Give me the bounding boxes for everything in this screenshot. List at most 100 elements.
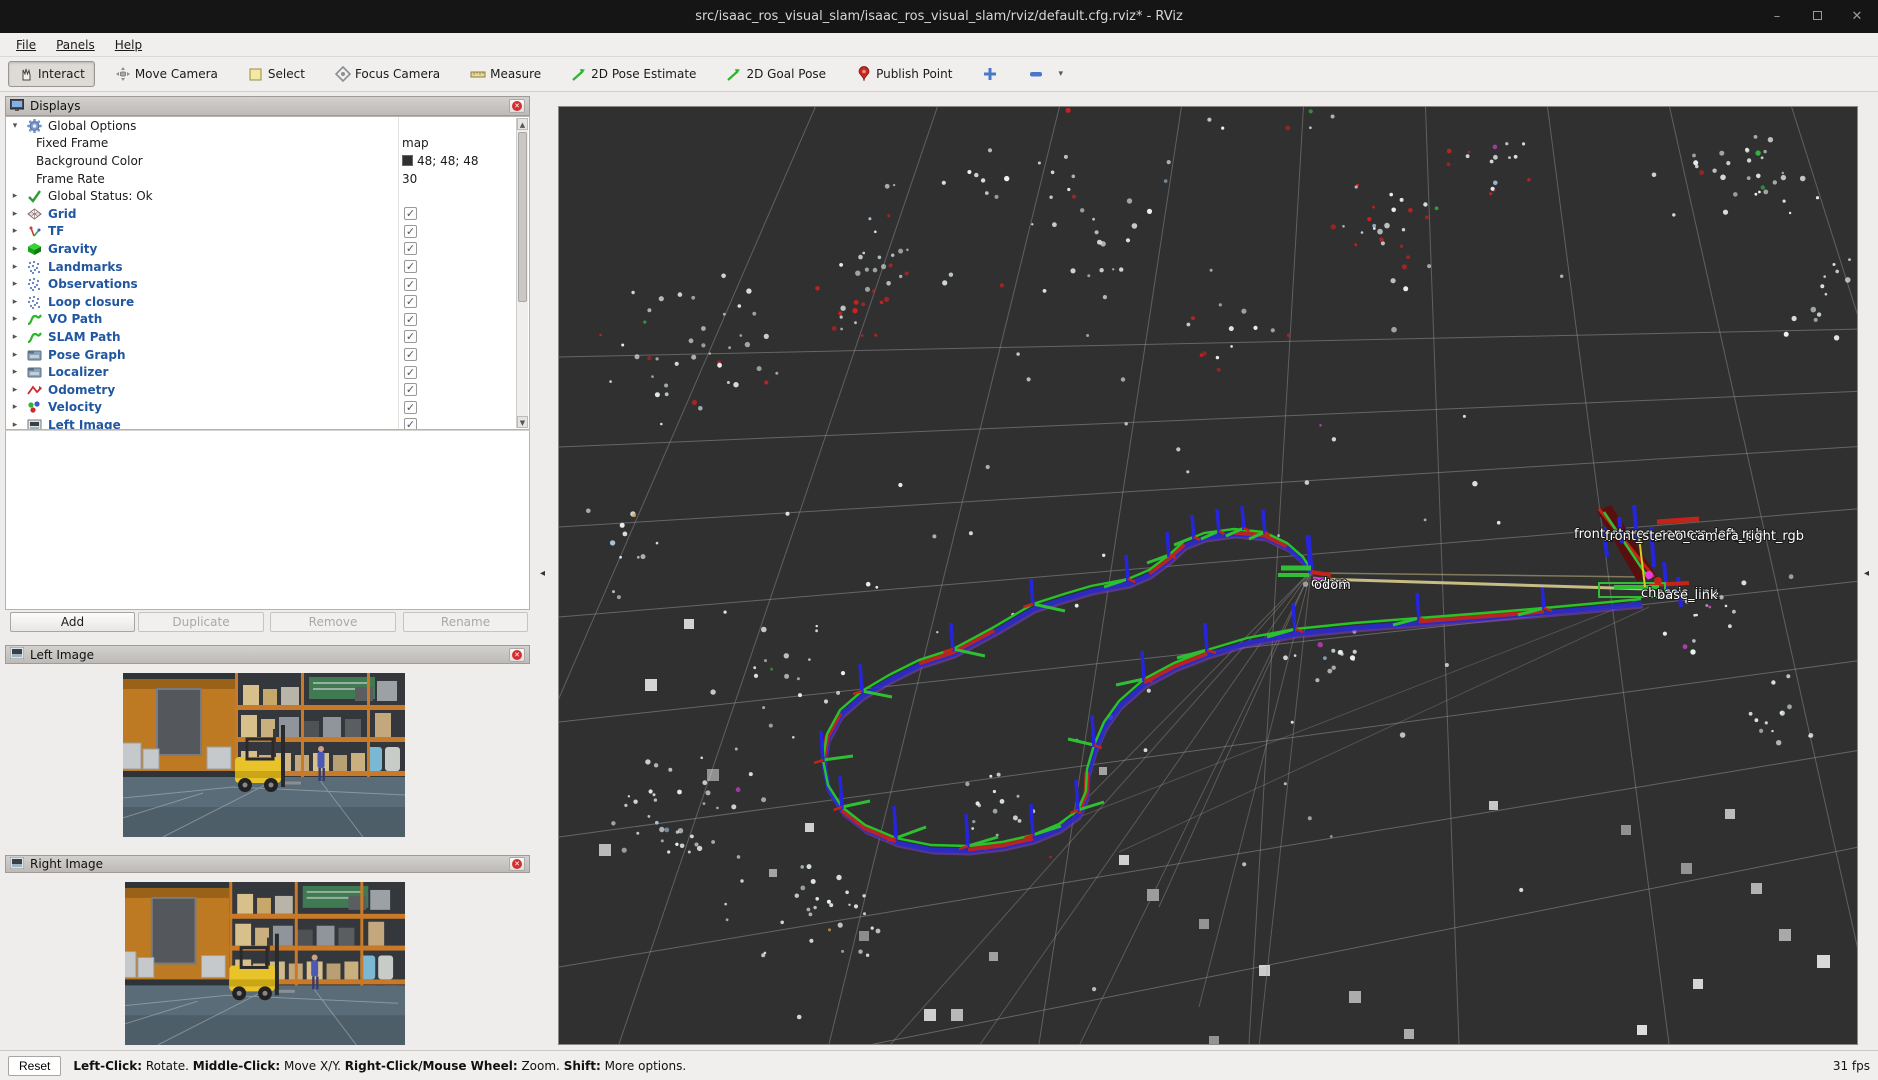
3d-viewport[interactable]: odomodomchassis_linkbase_linkfront_stere… [558,106,1858,1045]
menu-help[interactable]: Help [105,33,152,57]
velocity-icon [27,400,42,414]
check-icon [27,189,42,203]
tool-select[interactable]: Select [238,61,315,87]
enabled-checkbox[interactable]: ✓ [404,295,417,308]
expander-icon[interactable]: ▸ [10,402,20,412]
tool-2d-pose-estimate[interactable]: 2D Pose Estimate [561,61,706,87]
displays-panel-header[interactable]: Displays ✕ [5,96,530,116]
right-panel-collapse-icon[interactable]: ◂ [1864,568,1869,579]
displays-close-button[interactable]: ✕ [509,99,525,113]
tool-2d-goal-pose[interactable]: 2D Goal Pose [716,61,836,87]
enabled-checkbox[interactable]: ✓ [404,330,417,343]
property-value[interactable]: 30 [402,172,417,186]
enabled-checkbox[interactable]: ✓ [404,383,417,396]
enabled-checkbox[interactable]: ✓ [404,278,417,291]
tree-item-global-options[interactable]: ▾Global Options [6,117,529,135]
remove-tool-minus-icon [1028,66,1044,82]
tf-axes-icon [27,224,42,238]
expander-icon[interactable]: ▸ [10,262,20,272]
left-image-close-button[interactable]: ✕ [509,648,525,662]
reset-button[interactable]: Reset [8,1056,61,1076]
left-image-panel-header[interactable]: Left Image ✕ [5,645,530,664]
scroll-up-icon[interactable]: ▲ [517,118,528,130]
tree-item-velocity[interactable]: ▸ Velocity ✓ [6,399,529,417]
tree-item-localizer[interactable]: ▸Localizer✓ [6,363,529,381]
tool-focus-camera[interactable]: Focus Camera [325,61,450,87]
property-value[interactable]: map [402,136,429,150]
tree-item-grid[interactable]: ▸Grid✓ [6,205,529,223]
interact-hand-icon [18,66,34,82]
tree-item-tf[interactable]: ▸TF✓ [6,223,529,241]
expander-icon[interactable]: ▸ [10,297,20,307]
tool-remove-tool-minus-icon[interactable] [1018,61,1054,87]
enabled-checkbox[interactable]: ✓ [404,401,417,414]
tree-item-left-image[interactable]: ▸Left Image✓ [6,416,529,430]
expander-icon[interactable]: ▸ [10,209,20,219]
enabled-checkbox[interactable]: ✓ [404,207,417,220]
right-image-close-button[interactable]: ✕ [509,857,525,871]
points-icon [27,260,42,274]
mouse-hints: Left-Click: Rotate. Middle-Click: Move X… [73,1059,686,1073]
displays-icon [10,99,24,114]
expander-icon[interactable]: ▾ [10,121,20,131]
tool-measure[interactable]: Measure [460,61,551,87]
menu-file[interactable]: File [6,33,46,57]
enabled-checkbox[interactable]: ✓ [404,366,417,379]
displays-buttons-row: AddDuplicateRemoveRename [5,612,530,633]
enabled-checkbox[interactable]: ✓ [404,260,417,273]
right-image-panel-header[interactable]: Right Image ✕ [5,855,530,873]
image-icon [27,418,42,430]
scroll-down-icon[interactable]: ▼ [517,416,528,428]
menu-panels[interactable]: Panels [46,33,105,57]
enabled-checkbox[interactable]: ✓ [404,242,417,255]
expander-icon[interactable]: ▸ [10,226,20,236]
expander-icon[interactable]: ▸ [10,420,20,430]
tree-item-background-color[interactable]: Background Color48; 48; 48 [6,152,529,170]
scrollbar-thumb[interactable] [518,132,527,302]
window-title: src/isaac_ros_visual_slam/isaac_ros_visu… [0,0,1878,33]
enabled-checkbox[interactable]: ✓ [404,348,417,361]
displays-tree[interactable]: ▾Global OptionsFixed Frame map Background … [5,116,530,430]
tree-item-landmarks[interactable]: ▸ Landmarks ✓ [6,258,529,276]
tree-item-frame-rate[interactable]: Frame Rate30 [6,170,529,188]
tool-interact[interactable]: Interact [8,61,95,87]
enabled-checkbox[interactable]: ✓ [404,313,417,326]
tool-add-tool-plus-icon[interactable] [972,61,1008,87]
expander-icon[interactable]: ▸ [10,244,20,254]
tree-item-odometry[interactable]: ▸Odometry✓ [6,381,529,399]
expander-icon[interactable]: ▸ [10,314,20,324]
path-icon [27,312,42,326]
toolbar-overflow-icon[interactable]: ▾ [1058,69,1063,79]
add-button[interactable]: Add [10,612,135,632]
tree-item-global-status[interactable]: ▸Global Status: Ok [6,187,529,205]
expander-icon[interactable]: ▸ [10,385,20,395]
tree-item-loop-closure[interactable]: ▸Loop closure✓ [6,293,529,311]
restore-icon[interactable] [1810,9,1824,24]
points-icon [27,295,42,309]
tool-publish-point[interactable]: Publish Point [846,61,962,87]
tree-item-label: Landmarks [48,260,123,274]
enabled-checkbox[interactable]: ✓ [404,225,417,238]
displays-tree-scrollbar[interactable]: ▲ ▼ [516,118,528,428]
right-camera-image [125,882,405,1045]
tree-item-slam-path[interactable]: ▸SLAM Path✓ [6,328,529,346]
close-icon[interactable]: ✕ [1850,9,1864,24]
tree-item-gravity[interactable]: ▸Gravity✓ [6,240,529,258]
tree-item-label: Fixed Frame [36,136,108,150]
enabled-checkbox[interactable]: ✓ [404,418,417,430]
tree-item-label: Velocity [48,400,102,414]
expander-icon[interactable]: ▸ [10,367,20,377]
property-value[interactable]: 48; 48; 48 [402,154,479,168]
tf-frame-label: base_link [1657,588,1718,603]
tool-move-camera[interactable]: Move Camera [105,61,228,87]
tree-item-fixed-frame[interactable]: Fixed Frame map [6,135,529,153]
tree-item-vo-path[interactable]: ▸VO Path✓ [6,311,529,329]
minimize-icon[interactable]: – [1770,9,1784,24]
expander-icon[interactable]: ▸ [10,332,20,342]
expander-icon[interactable]: ▸ [10,279,20,289]
tree-item-observations[interactable]: ▸Observations✓ [6,275,529,293]
left-panel-collapse-icon[interactable]: ◂ [540,568,545,579]
tree-item-pose-graph[interactable]: ▸Pose Graph✓ [6,346,529,364]
expander-icon[interactable]: ▸ [10,350,20,360]
expander-icon[interactable]: ▸ [10,191,20,201]
